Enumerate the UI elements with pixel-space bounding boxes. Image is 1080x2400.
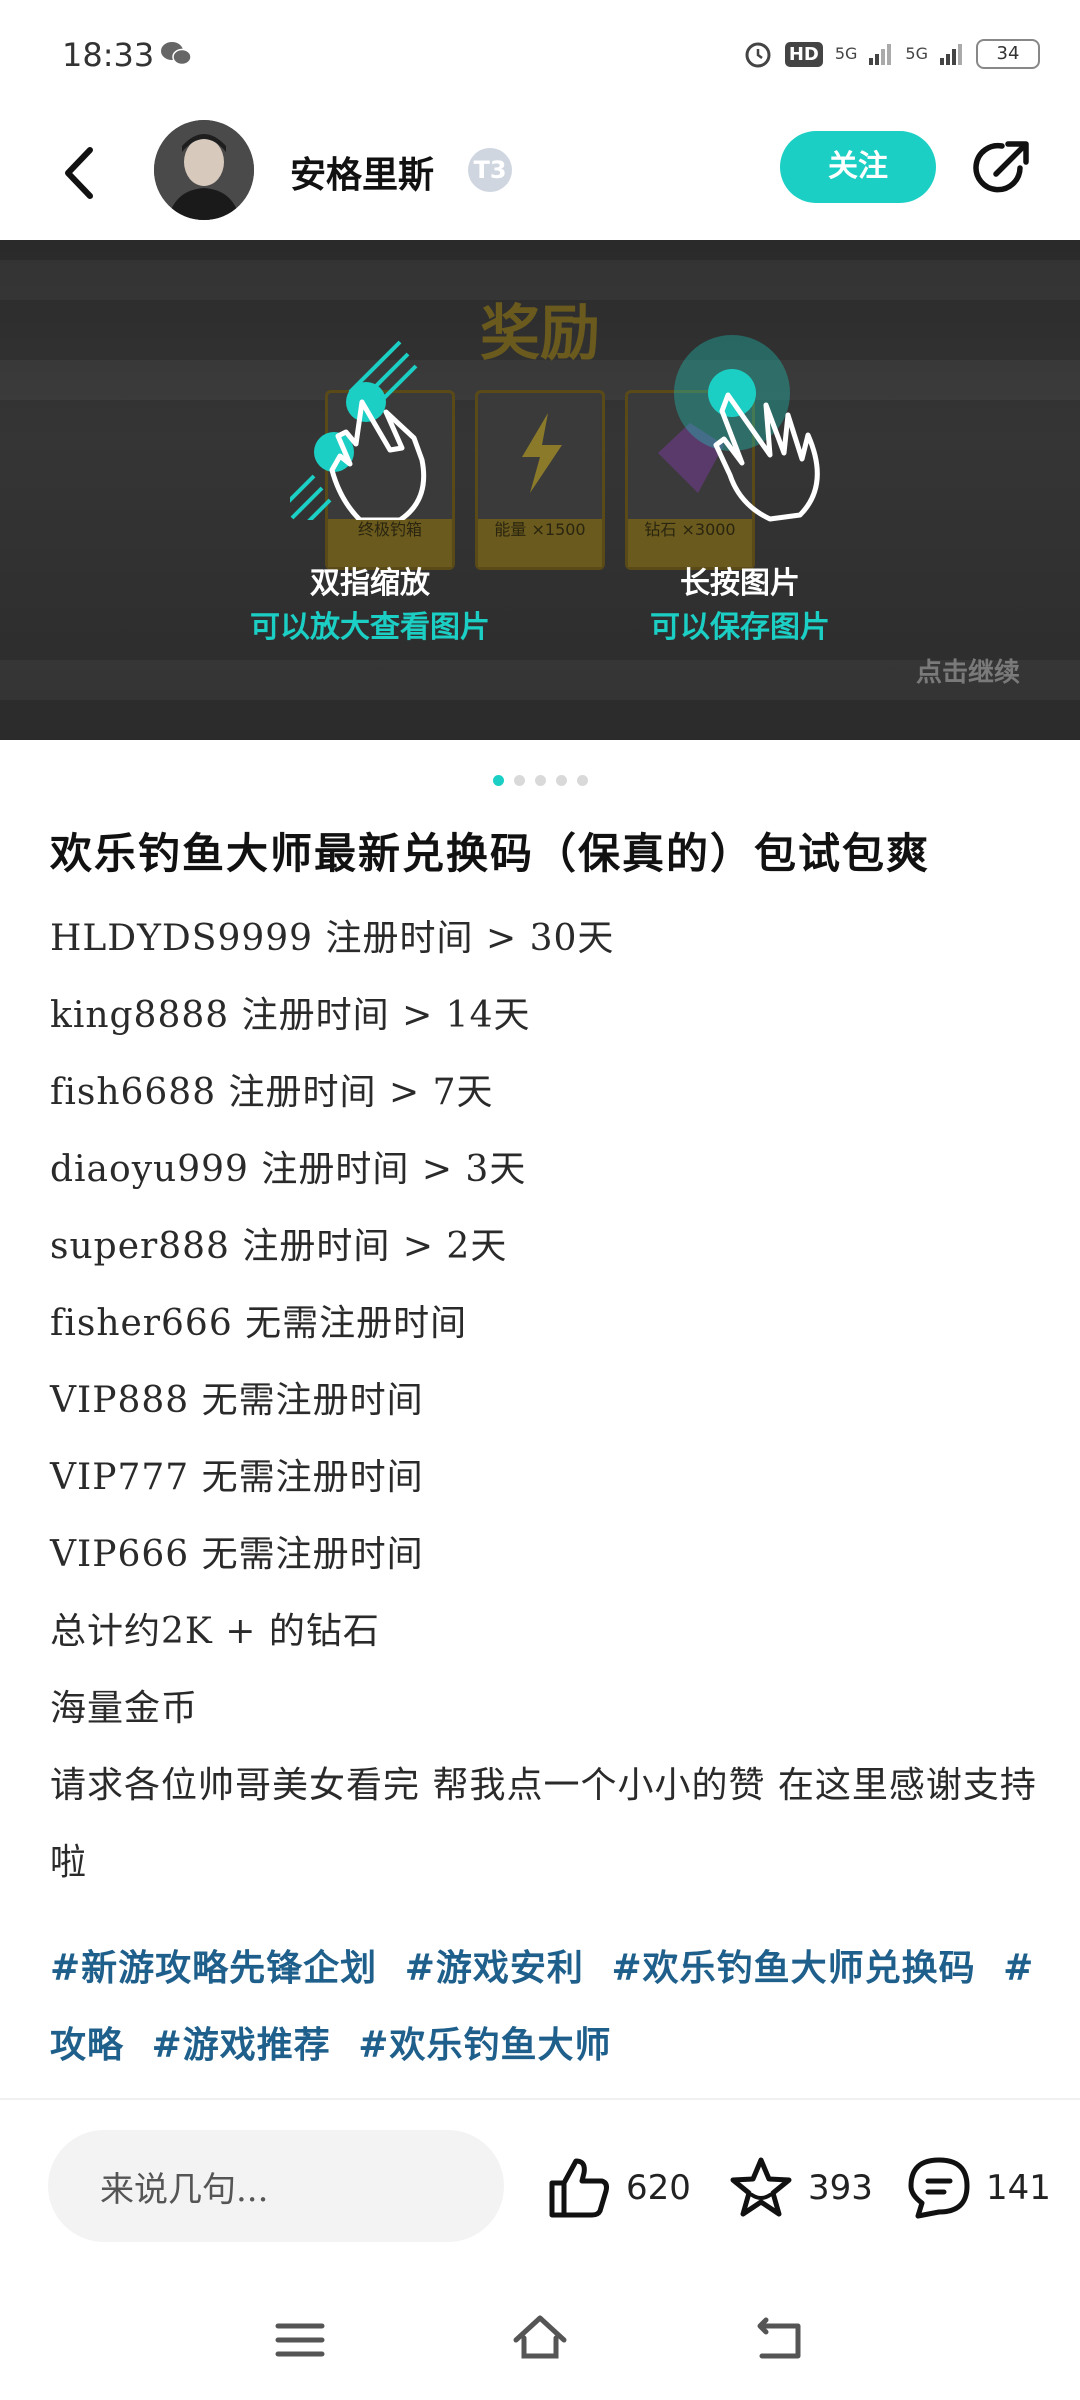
long-press-tip: 长按图片 可以保存图片 xyxy=(590,558,890,646)
share-icon[interactable] xyxy=(970,134,1036,200)
signal-bars-icon xyxy=(869,44,892,65)
signal-5g-1: 5G xyxy=(834,44,858,63)
continue-text: 点击继续 xyxy=(915,658,1020,688)
level-badge: T3 xyxy=(468,148,512,192)
page-dot xyxy=(534,775,546,786)
post-image-carousel[interactable]: 奖励 终极钓箱 能量 ×1500 钻石 ×3000 双指缩放 可以放大查看图片 … xyxy=(0,240,1080,740)
favorite-button[interactable]: 393 xyxy=(728,2155,873,2221)
pinch-tip-title: 双指缩放 xyxy=(310,566,430,601)
pinch-gesture-icon xyxy=(290,340,427,520)
star-icon xyxy=(730,2157,792,2217)
long-press-gesture-icon xyxy=(674,335,820,522)
like-count: 620 xyxy=(626,2168,691,2208)
post-line: fish6688 注册时间 > 7天 xyxy=(50,1072,494,1113)
post-line: VIP666 无需注册时间 xyxy=(50,1534,424,1575)
wechat-icon xyxy=(161,42,192,66)
comment-count: 141 xyxy=(986,2168,1051,2208)
post-title: 欢乐钓鱼大师最新兑换码（保真的）包试包爽 xyxy=(50,829,931,878)
action-bar: 来说几句... 620 393 141 xyxy=(0,2100,1080,2250)
favorite-count: 393 xyxy=(808,2168,873,2208)
topic-tag[interactable]: #欢乐钓鱼大师兑换码 xyxy=(611,1947,975,1989)
page-dot xyxy=(576,775,588,786)
page-dot xyxy=(513,775,525,786)
long-press-tip-subtitle: 可以保存图片 xyxy=(650,610,830,645)
topic-tag[interactable]: #新游攻略先锋企划 xyxy=(50,1947,377,1989)
topic-tag[interactable]: #游戏推荐 xyxy=(152,2024,331,2066)
post-line: fisher666 无需注册时间 xyxy=(50,1303,468,1344)
post-line: VIP888 无需注册时间 xyxy=(50,1380,424,1421)
like-button[interactable]: 620 xyxy=(546,2155,691,2221)
post-line: HLDYDS9999 注册时间 > 30天 xyxy=(50,918,615,959)
comment-bubble-icon xyxy=(908,2157,970,2219)
back-icon[interactable] xyxy=(52,138,112,208)
post-line: super888 注册时间 > 2天 xyxy=(50,1226,508,1267)
status-icons: HD 5G 5G 34 xyxy=(743,34,1040,74)
system-nav-bar xyxy=(0,2280,1080,2400)
post-line: VIP777 无需注册时间 xyxy=(50,1457,424,1498)
back-nav-icon[interactable] xyxy=(750,2310,810,2370)
battery-indicator: 34 xyxy=(976,39,1040,69)
comment-button[interactable]: 141 xyxy=(906,2155,1051,2221)
username[interactable]: 安格里斯 xyxy=(290,146,434,198)
post-line: 请求各位帅哥美女看完 帮我点一个小小的赞 在这里感谢支持啦 xyxy=(50,1765,1037,1883)
topic-tag[interactable]: #欢乐钓鱼大师 xyxy=(358,2024,611,2066)
thumbs-up-icon xyxy=(549,2158,609,2218)
avatar[interactable] xyxy=(154,120,254,220)
post-line: diaoyu999 注册时间 > 3天 xyxy=(50,1149,527,1190)
post-tags: #新游攻略先锋企划 #游戏安利 #欢乐钓鱼大师兑换码 #攻略 #游戏推荐 #欢乐… xyxy=(50,1930,1040,2084)
pinch-tip: 双指缩放 可以放大查看图片 xyxy=(190,558,550,646)
long-press-tip-title: 长按图片 xyxy=(680,566,800,601)
post-line: 总计约2K + 的钻石 xyxy=(50,1611,380,1652)
pinch-tip-subtitle: 可以放大查看图片 xyxy=(250,610,490,645)
status-time: 18:33 xyxy=(62,36,155,74)
post-header: 安格里斯 T3 关注 xyxy=(0,110,1080,240)
menu-icon[interactable] xyxy=(270,2310,330,2370)
reward-card: 能量 ×1500 xyxy=(475,390,605,570)
page-dot xyxy=(492,775,504,786)
comment-placeholder: 来说几句... xyxy=(100,2169,269,2210)
signal-bars-icon-2 xyxy=(940,44,962,65)
follow-button[interactable]: 关注 xyxy=(780,131,936,203)
lightning-icon xyxy=(522,413,562,493)
post-line: 海量金币 xyxy=(50,1688,199,1729)
banner-title: 奖励 xyxy=(480,299,600,369)
carousel-pagination xyxy=(0,775,1080,786)
topic-tag[interactable]: #游戏安利 xyxy=(405,1947,584,1989)
avatar-image xyxy=(154,120,254,220)
status-bar: 18:33 HD 5G 5G 34 xyxy=(0,0,1080,110)
post-line: king8888 注册时间 > 14天 xyxy=(50,995,531,1036)
alarm-icon xyxy=(745,42,771,68)
signal-5g-2: 5G xyxy=(905,44,928,63)
page-dot xyxy=(555,775,567,786)
post-body: HLDYDS9999 注册时间 > 30天 king8888 注册时间 > 14… xyxy=(50,900,1040,1901)
home-icon[interactable] xyxy=(510,2310,570,2370)
comment-input[interactable]: 来说几句... xyxy=(48,2130,504,2242)
hd-badge: HD xyxy=(784,41,823,67)
